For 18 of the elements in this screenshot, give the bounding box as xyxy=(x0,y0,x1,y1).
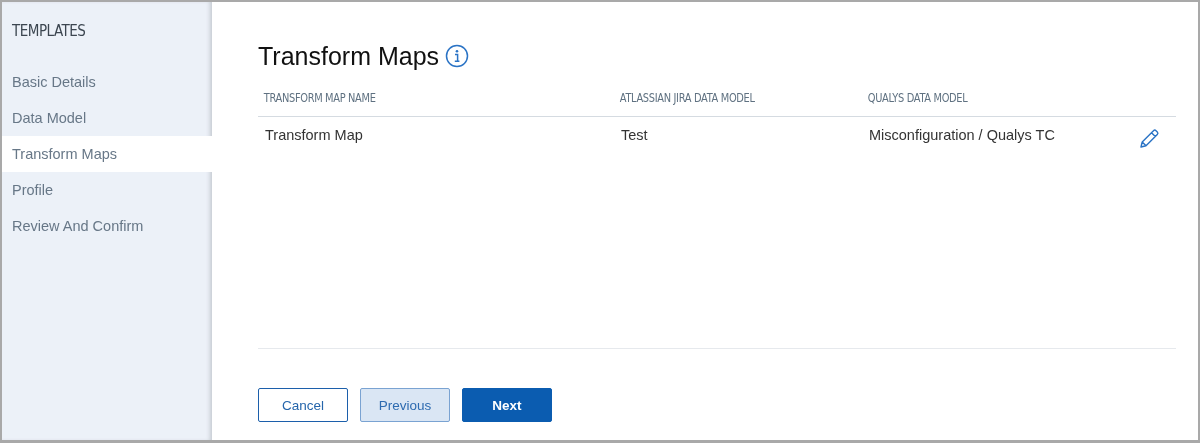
column-header: ATLASSIAN JIRA DATA MODEL xyxy=(618,91,756,105)
pencil-icon[interactable] xyxy=(1138,128,1160,150)
column-header: TRANSFORM MAP NAME xyxy=(262,91,377,105)
table-cell-text: Transform Map xyxy=(264,127,364,143)
table-cell-text: Test xyxy=(620,127,649,143)
sidebar-item[interactable]: Transform Maps xyxy=(2,136,212,172)
sidebar-item[interactable]: Basic Details xyxy=(2,64,212,100)
action-button[interactable]: Next xyxy=(462,388,552,422)
action-button[interactable]: Previous xyxy=(360,388,450,422)
table-cell-text: Misconfiguration / Qualys TC xyxy=(868,127,1056,143)
page-title: Transform Maps xyxy=(258,41,440,71)
sidebar-item[interactable]: Review And Confirm xyxy=(2,208,212,244)
sidebar-item[interactable]: Data Model xyxy=(2,100,212,136)
info-icon[interactable] xyxy=(445,44,470,68)
column-header: QUALYS DATA MODEL xyxy=(866,91,969,105)
action-button[interactable]: Cancel xyxy=(258,388,348,422)
sidebar-item[interactable]: Profile xyxy=(2,172,212,208)
sidebar-title: TEMPLATES xyxy=(11,22,87,40)
